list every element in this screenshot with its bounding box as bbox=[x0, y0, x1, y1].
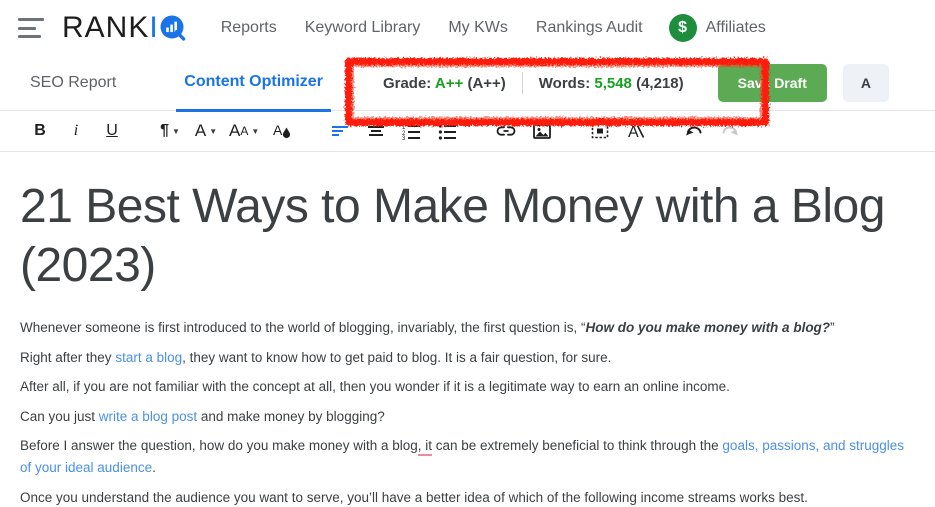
nav-item-my-kws[interactable]: My KWs bbox=[448, 19, 508, 37]
insert-link-icon[interactable] bbox=[488, 114, 524, 148]
primary-nav-links: Reports Keyword Library My KWs Rankings … bbox=[221, 19, 643, 37]
logo-letter-i: I bbox=[149, 11, 159, 44]
font-size-icon[interactable]: A A ▼ bbox=[224, 114, 264, 148]
paragraph-4: Can you just write a blog post and make … bbox=[20, 406, 915, 428]
p4-text-b: and make money by blogging? bbox=[197, 408, 385, 424]
link-write-a-blog-post[interactable]: write a blog post bbox=[99, 409, 197, 424]
p1-text-b: ” bbox=[830, 320, 835, 336]
hamburger-menu-icon[interactable] bbox=[18, 18, 44, 38]
words-label: Words: bbox=[538, 74, 591, 92]
tab-seo-report[interactable]: SEO Report bbox=[22, 56, 124, 110]
italic-icon[interactable]: i bbox=[58, 114, 94, 148]
grammar-suggestion-underline[interactable]: , it bbox=[417, 438, 432, 457]
paragraph-1: Whenever someone is first introduced to … bbox=[20, 317, 915, 339]
underline-icon[interactable]: U bbox=[94, 114, 130, 148]
grade-stat: Grade: A++ (A++) bbox=[383, 75, 506, 92]
rankiq-q-logo-icon bbox=[160, 15, 187, 42]
dollar-sign-icon: $ bbox=[668, 14, 697, 42]
grade-and-words-stats: Grade: A++ (A++) Words: 5,548 (4,218) bbox=[383, 72, 684, 94]
clear-formatting-icon[interactable]: A bbox=[618, 114, 654, 148]
p2-text-a: Right after they bbox=[20, 349, 116, 365]
paragraph-3: After all, if you are not familiar with … bbox=[20, 379, 730, 395]
logo-wordmark: RANK bbox=[62, 11, 150, 44]
affiliates-label: Affiliates bbox=[705, 19, 766, 36]
p5-text-c: . bbox=[152, 460, 156, 476]
nav-item-affiliates[interactable]: $ Affiliates bbox=[668, 14, 766, 42]
nav-item-rankings-audit[interactable]: Rankings Audit bbox=[536, 19, 643, 37]
editor-toolbar: B i U ¶ ▼ A ▼ A A ▼ A 1 2 3 A bbox=[0, 111, 935, 152]
nav-item-keyword-library[interactable]: Keyword Library bbox=[305, 19, 421, 37]
numbered-list-icon[interactable]: 1 2 3 bbox=[394, 114, 430, 148]
p5-text-b: can be extremely beneficial to think thr… bbox=[432, 438, 723, 454]
grade-label: Grade: bbox=[382, 74, 432, 92]
undo-icon[interactable] bbox=[676, 114, 712, 148]
paragraph-6: Once you understand the audience you wan… bbox=[20, 489, 808, 505]
p1-emphasis: How do you make money with a blog? bbox=[585, 320, 831, 336]
save-draft-button[interactable]: Save Draft bbox=[717, 64, 827, 102]
rankiq-logo[interactable]: RANK I bbox=[62, 11, 187, 45]
redo-icon[interactable] bbox=[712, 114, 748, 148]
secondary-action-button[interactable]: A bbox=[842, 64, 889, 102]
text-color-icon[interactable]: A bbox=[264, 114, 300, 148]
svg-text:3: 3 bbox=[402, 136, 406, 141]
hamburger-line-2 bbox=[18, 26, 36, 30]
tab-content-optimizer[interactable]: Content Optimizer bbox=[176, 55, 331, 112]
hamburger-line-1 bbox=[18, 18, 44, 21]
grade-value: A++ bbox=[434, 74, 464, 92]
grade-target: (A++) bbox=[467, 74, 506, 92]
bullet-list-icon[interactable] bbox=[430, 114, 466, 148]
p4-text-a: Can you just bbox=[20, 408, 99, 424]
p5-text-a: Before I answer the question, how do you… bbox=[20, 438, 418, 454]
insert-table-icon[interactable] bbox=[582, 114, 618, 148]
words-value: 5,548 bbox=[594, 74, 632, 92]
hamburger-line-3 bbox=[18, 35, 41, 38]
rankiq-content-optimizer-screen: RANK I Reports Keyword Library My KWs Ran… bbox=[0, 0, 935, 507]
tab-and-status-bar: SEO Report Content Optimizer Grade: A++ … bbox=[0, 55, 935, 112]
words-stat: Words: 5,548 (4,218) bbox=[539, 75, 684, 92]
document-title: 21 Best Ways to Make Money with a Blog (… bbox=[20, 178, 915, 295]
link-start-a-blog[interactable]: start a blog bbox=[115, 350, 182, 365]
align-center-icon[interactable] bbox=[358, 114, 394, 148]
paragraph-2: Right after they start a blog, they want… bbox=[20, 347, 915, 369]
stat-divider bbox=[521, 72, 523, 94]
align-left-icon[interactable] bbox=[322, 114, 358, 148]
nav-item-reports[interactable]: Reports bbox=[221, 19, 277, 37]
p1-text-a: Whenever someone is first introduced to … bbox=[20, 320, 586, 336]
svg-text:A: A bbox=[273, 122, 283, 138]
paragraph-5: Before I answer the question, how do you… bbox=[20, 435, 915, 479]
font-family-icon[interactable]: A ▼ bbox=[188, 114, 224, 148]
p2-text-b: , they want to know how to get paid to b… bbox=[182, 349, 612, 365]
insert-image-icon[interactable] bbox=[524, 114, 560, 148]
document-editor-body[interactable]: 21 Best Ways to Make Money with a Blog (… bbox=[0, 152, 935, 507]
words-target: (4,218) bbox=[636, 74, 684, 92]
document-title-line1: 21 Best Ways to Make Money with a Blog bbox=[20, 180, 885, 233]
top-navigation-bar: RANK I Reports Keyword Library My KWs Ran… bbox=[0, 0, 935, 56]
document-title-line2: (2023) bbox=[20, 238, 156, 292]
bold-icon[interactable]: B bbox=[22, 114, 58, 148]
paragraph-style-icon[interactable]: ¶ ▼ bbox=[152, 114, 188, 148]
